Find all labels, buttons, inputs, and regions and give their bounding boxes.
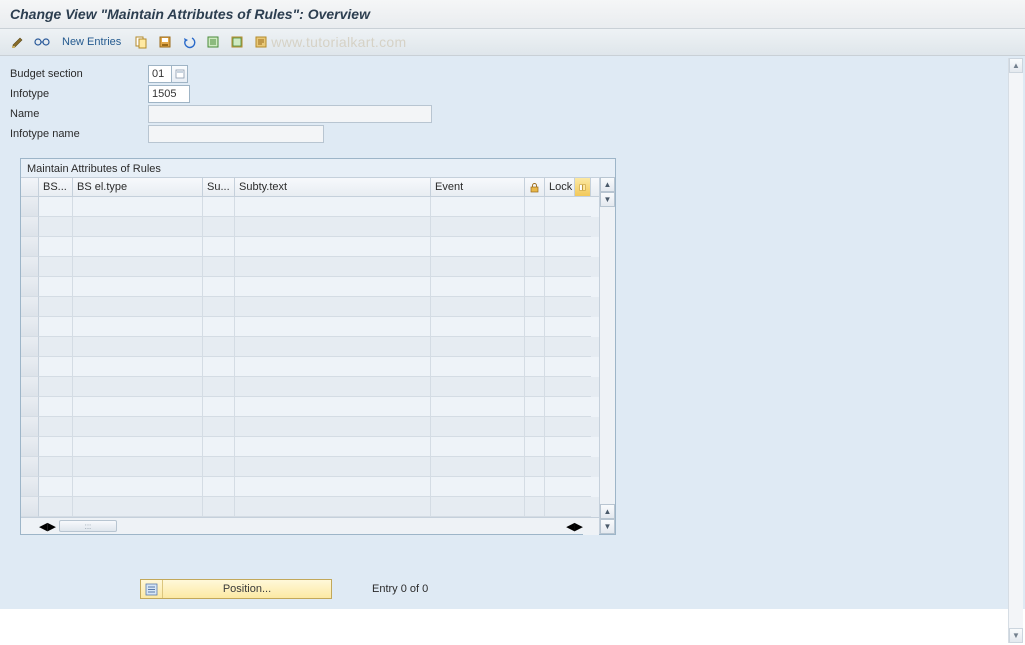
hscroll-right-icon[interactable]: ◀ [566, 520, 574, 533]
table-hscroll: ◀ ▶ ::: ◀ ▶ [21, 517, 599, 534]
select-all-icon[interactable] [227, 33, 247, 51]
row-selector[interactable] [21, 377, 39, 397]
table-title: Maintain Attributes of Rules [21, 159, 615, 177]
table-row [21, 497, 599, 517]
application-toolbar: New Entries www.tutorialkart.com [0, 29, 1025, 56]
row-selector[interactable] [21, 297, 39, 317]
row-selector[interactable] [21, 497, 39, 517]
hscroll-thumb[interactable]: ::: [59, 520, 117, 532]
hscroll-left-icon[interactable]: ▶ [47, 520, 55, 533]
glasses-icon[interactable] [32, 33, 52, 51]
table-row [21, 437, 599, 457]
position-button[interactable]: Position... [140, 579, 332, 599]
row-selector[interactable] [21, 217, 39, 237]
row-selector[interactable] [21, 437, 39, 457]
row-selector[interactable] [21, 237, 39, 257]
copy-icon[interactable] [131, 33, 151, 51]
table-row [21, 357, 599, 377]
table-header-row: BS... BS el.type Su... Subty.text Event … [21, 177, 599, 197]
col-subty-text[interactable]: Subty.text [235, 178, 431, 196]
name-input[interactable] [148, 105, 432, 123]
vscroll-up-icon[interactable]: ▲ [600, 177, 615, 192]
table-row [21, 477, 599, 497]
deselect-all-icon[interactable] [251, 33, 271, 51]
watermark-text: www.tutorialkart.com [271, 34, 406, 50]
infotype-name-input[interactable] [148, 125, 324, 143]
footer-area: Position... Entry 0 of 0 [10, 579, 1015, 599]
table-row [21, 457, 599, 477]
budget-section-input[interactable] [148, 65, 172, 83]
delimit-icon[interactable] [203, 33, 223, 51]
infotype-label: Infotype [10, 88, 148, 100]
page-vscroll-track[interactable] [1009, 73, 1023, 628]
table-row [21, 217, 599, 237]
new-entries-button[interactable]: New Entries [56, 33, 127, 51]
table-row [21, 297, 599, 317]
header-form-area: Budget section Infotype Name Infotype na… [0, 56, 1025, 609]
configure-columns-icon[interactable] [575, 178, 591, 196]
col-su[interactable]: Su... [203, 178, 235, 196]
row-selector[interactable] [21, 477, 39, 497]
hscroll-track[interactable]: ::: [58, 520, 564, 533]
col-lock[interactable]: Lock [545, 178, 575, 196]
col-lock-icon[interactable] [525, 178, 545, 196]
row-selector[interactable] [21, 317, 39, 337]
row-selector[interactable] [21, 257, 39, 277]
vscroll-down2-icon[interactable]: ▲ [600, 504, 615, 519]
page-vscroll: ▲ ▼ [1008, 58, 1023, 643]
table-row [21, 317, 599, 337]
infotype-input[interactable] [148, 85, 190, 103]
vscroll-down-icon[interactable]: ▼ [600, 519, 615, 534]
position-label: Position... [163, 583, 331, 595]
budget-section-label: Budget section [10, 68, 148, 80]
row-selector-header[interactable] [21, 178, 39, 196]
table-vscroll: ▲ ▼ ▲ ▼ [599, 177, 615, 534]
rules-table-container: Maintain Attributes of Rules BS... BS el… [20, 158, 616, 535]
save-icon[interactable] [155, 33, 175, 51]
table-body [21, 197, 599, 517]
vscroll-up2-icon[interactable]: ▼ [600, 192, 615, 207]
table-row [21, 417, 599, 437]
table-row [21, 337, 599, 357]
position-icon [141, 580, 163, 598]
infotype-name-label: Infotype name [10, 128, 148, 140]
table-row [21, 277, 599, 297]
table-row [21, 237, 599, 257]
table-row [21, 377, 599, 397]
table-row [21, 257, 599, 277]
table-row [21, 397, 599, 417]
hscroll-last-icon[interactable]: ▶ [575, 520, 583, 533]
entry-count-text: Entry 0 of 0 [372, 583, 428, 595]
vscroll-track[interactable] [600, 207, 615, 504]
row-selector[interactable] [21, 357, 39, 377]
row-selector[interactable] [21, 277, 39, 297]
col-bs[interactable]: BS... [39, 178, 73, 196]
hscroll-first-icon[interactable]: ◀ [39, 520, 47, 533]
row-selector[interactable] [21, 457, 39, 477]
row-selector[interactable] [21, 197, 39, 217]
table-row [21, 197, 599, 217]
col-bs-el-type[interactable]: BS el.type [73, 178, 203, 196]
page-vscroll-up-icon[interactable]: ▲ [1009, 58, 1023, 73]
row-selector[interactable] [21, 417, 39, 437]
page-vscroll-down-icon[interactable]: ▼ [1009, 628, 1023, 643]
row-selector[interactable] [21, 397, 39, 417]
name-label: Name [10, 108, 148, 120]
undo-icon[interactable] [179, 33, 199, 51]
row-selector[interactable] [21, 337, 39, 357]
toggle-display-change-icon[interactable] [8, 33, 28, 51]
page-title: Change View "Maintain Attributes of Rule… [0, 0, 1025, 29]
col-event[interactable]: Event [431, 178, 525, 196]
budget-section-f4-icon[interactable] [172, 65, 188, 83]
